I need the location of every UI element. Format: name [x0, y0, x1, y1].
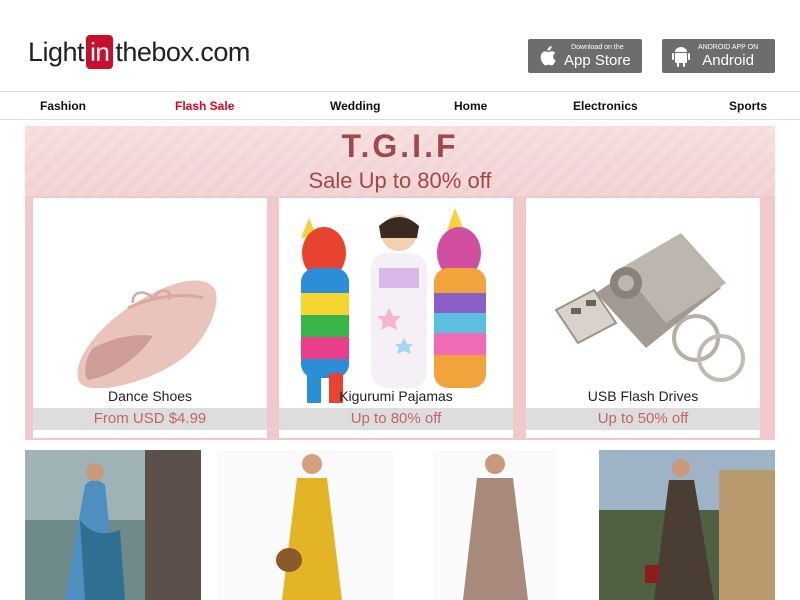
nav-electronics[interactable]: Electronics [573, 99, 638, 113]
banner-subtitle: Sale Up to 80% off [308, 168, 492, 193]
product-image-mauve-dress[interactable] [433, 450, 557, 600]
dance-shoe-image [33, 198, 267, 406]
card-price: Up to 80% off [279, 408, 513, 430]
nav-home[interactable]: Home [454, 99, 487, 113]
logo-text-in: in [86, 35, 114, 69]
card-name: Dance Shoes [107, 388, 193, 404]
card-name: Kigurumi Pajamas [339, 388, 453, 404]
usb-drive-image [526, 198, 760, 406]
kigurumi-image [279, 198, 513, 406]
card-price: From USD $4.99 [33, 408, 267, 430]
product-image-leopard-dress[interactable] [599, 450, 775, 600]
apple-icon [536, 45, 558, 67]
promo-card-usb[interactable]: USB Flash Drives Up to 50% off [526, 198, 760, 438]
android-app-button[interactable]: ANDROID APP ON Android [662, 39, 775, 73]
promo-card-kigurumi[interactable]: Kigurumi Pajamas Up to 80% off [279, 198, 513, 438]
nav-flash-sale[interactable]: Flash Sale [175, 99, 234, 113]
logo-text-light: Light [28, 36, 85, 67]
nav-wedding[interactable]: Wedding [330, 99, 380, 113]
promo-card-dance-shoes[interactable]: Dance Shoes From USD $4.99 [33, 198, 267, 438]
nav-fashion[interactable]: Fashion [40, 99, 86, 113]
nav-sports[interactable]: Sports [729, 99, 767, 113]
product-image-yellow-dress[interactable] [217, 450, 393, 600]
app-store-button[interactable]: Download on the App Store [528, 39, 642, 73]
card-price: Up to 50% off [526, 408, 760, 430]
android-label: ANDROID APP ON Android [698, 43, 759, 69]
app-store-label: Download on the App Store [564, 43, 631, 69]
promo-banner[interactable]: T.G.I.F Sale Up to 80% off Dance Shoes F… [25, 126, 775, 440]
logo-text-thebox: thebox.com [115, 36, 250, 67]
main-nav: Fashion Flash Sale Wedding Home Electron… [0, 91, 800, 120]
card-name: USB Flash Drives [587, 388, 699, 404]
product-image-tie-dye-dress[interactable] [25, 450, 201, 600]
site-logo[interactable]: Light in thebox.com [28, 34, 250, 70]
android-icon [670, 45, 692, 67]
banner-title: T.G.I.F [341, 128, 459, 164]
